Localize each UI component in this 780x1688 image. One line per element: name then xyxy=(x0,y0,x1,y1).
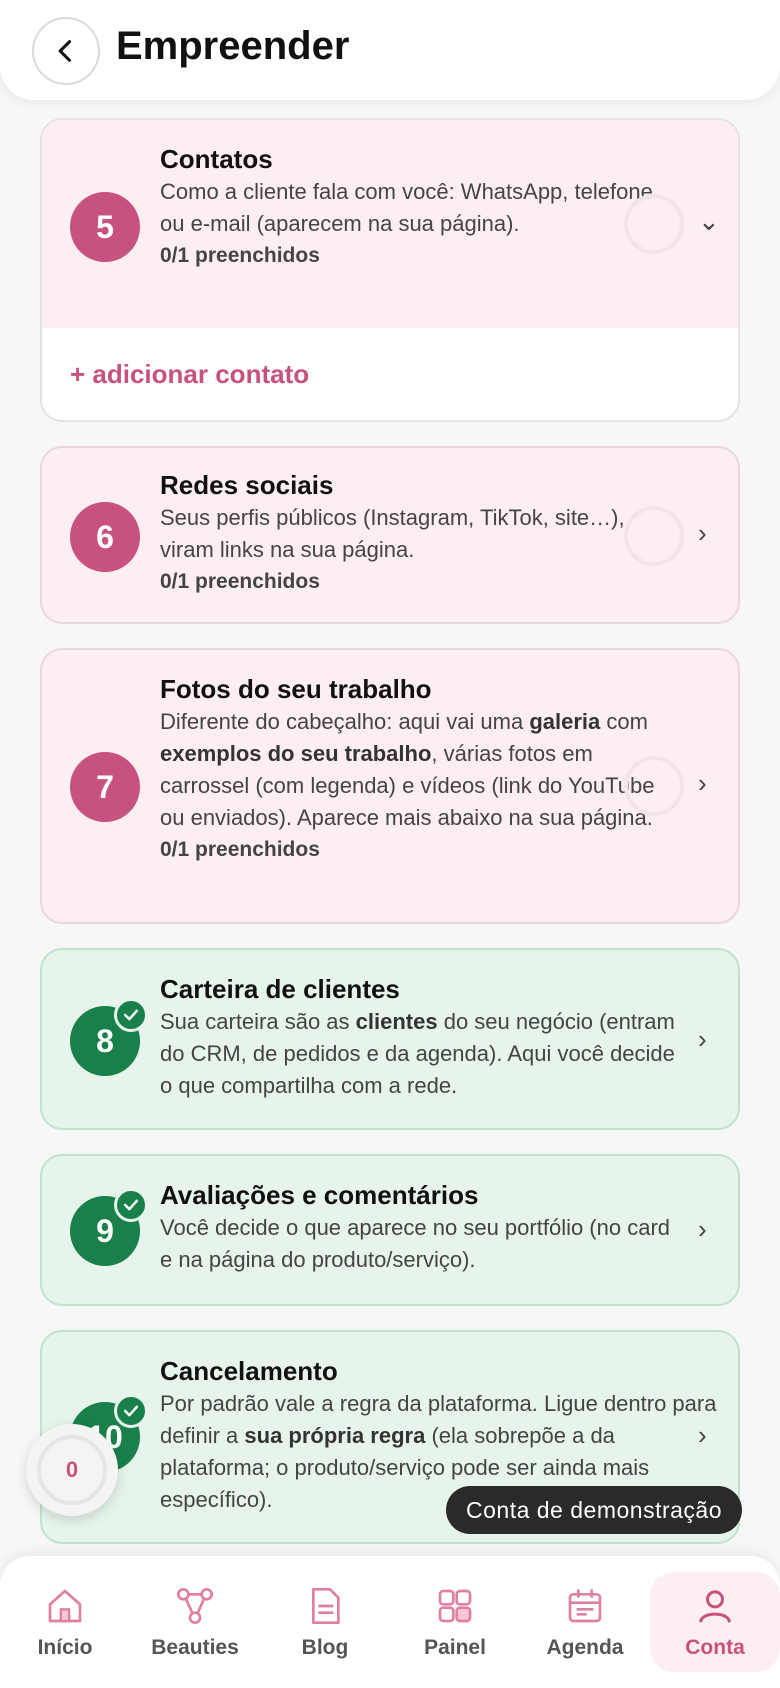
progress-count: 0 xyxy=(65,1457,79,1482)
chevron-right-icon[interactable]: › xyxy=(698,768,707,799)
progress-ring: 0 xyxy=(37,1435,107,1505)
chevron-right-icon[interactable]: › xyxy=(698,1420,707,1451)
chevron-down-icon[interactable]: ⌄ xyxy=(698,206,720,237)
card-title: Contatos xyxy=(160,144,273,174)
home-icon xyxy=(48,1589,82,1623)
progress-ring xyxy=(624,194,684,254)
section-header-contatos[interactable]: 5 Contatos Como a cliente fala com você:… xyxy=(42,120,738,328)
nav-item-inicio[interactable]: Início xyxy=(0,1556,130,1688)
section-card-fotos[interactable]: 7 Fotos do seu trabalho Diferente do cab… xyxy=(40,648,740,924)
step-number-badge: 7 xyxy=(70,752,140,822)
progress-ring xyxy=(624,756,684,816)
card-title: Redes sociais xyxy=(160,470,334,500)
nav-label: Painel xyxy=(424,1636,486,1659)
progress-ring xyxy=(624,506,684,566)
demo-account-badge: Conta de demonstração xyxy=(446,1486,742,1534)
filled-count: 0/1 preenchidos xyxy=(160,570,320,593)
nav-item-painel[interactable]: Painel xyxy=(390,1556,520,1688)
section-card-carteira[interactable]: 8 Carteira de clientes Sua carteira são … xyxy=(40,948,740,1130)
network-icon xyxy=(177,1588,213,1624)
nav-label: Beauties xyxy=(151,1636,239,1659)
nav-item-conta[interactable]: Conta xyxy=(650,1572,780,1672)
section-card-redes-sociais[interactable]: 6 Redes sociais Seus perfis públicos (In… xyxy=(40,446,740,624)
filled-count: 0/1 preenchidos xyxy=(160,838,320,861)
card-description: Como a cliente fala com você: WhatsApp, … xyxy=(160,179,653,236)
user-icon xyxy=(699,1590,731,1623)
bottom-navigation: Início Beauties Blog Painel Agenda Conta xyxy=(0,1556,780,1688)
chevron-right-icon[interactable]: › xyxy=(698,518,707,549)
section-card-contatos: 5 Contatos Como a cliente fala com você:… xyxy=(40,118,740,422)
calendar-icon xyxy=(568,1589,602,1623)
card-title: Avaliações e comentários xyxy=(160,1180,479,1210)
step-number-badge: 6 xyxy=(70,502,140,572)
add-contact-button[interactable]: + adicionar contato xyxy=(70,359,309,390)
card-title: Fotos do seu trabalho xyxy=(160,674,432,704)
nav-label: Conta xyxy=(685,1636,745,1659)
add-contact-section: + adicionar contato xyxy=(42,328,738,420)
card-title: Cancelamento xyxy=(160,1356,338,1386)
nav-item-agenda[interactable]: Agenda xyxy=(520,1556,650,1688)
card-description: Você decide o que aparece no seu portfól… xyxy=(160,1215,671,1272)
card-description: Diferente do cabeçalho: aqui vai uma gal… xyxy=(160,709,655,830)
nav-label: Blog xyxy=(301,1636,349,1659)
check-icon xyxy=(114,1188,148,1222)
check-icon xyxy=(114,1394,148,1428)
nav-label: Início xyxy=(37,1636,93,1659)
nav-item-blog[interactable]: Blog xyxy=(260,1556,390,1688)
step-number-badge: 5 xyxy=(70,192,140,262)
card-description: Sua carteira são as clientes do seu negó… xyxy=(160,1009,675,1098)
filled-count: 0/1 preenchidos xyxy=(160,244,320,267)
floating-progress-button[interactable]: 0 xyxy=(26,1424,118,1516)
grid-icon xyxy=(438,1589,472,1623)
check-icon xyxy=(114,998,148,1032)
nav-label: Agenda xyxy=(546,1636,624,1659)
chevron-left-icon xyxy=(58,40,72,62)
card-title: Carteira de clientes xyxy=(160,974,400,1004)
document-icon xyxy=(312,1588,340,1624)
nav-item-beauties[interactable]: Beauties xyxy=(130,1556,260,1688)
chevron-right-icon[interactable]: › xyxy=(698,1214,707,1245)
top-header: Empreender xyxy=(0,0,780,100)
page-title: Empreender xyxy=(116,24,350,68)
chevron-right-icon[interactable]: › xyxy=(698,1024,707,1055)
back-button[interactable] xyxy=(32,17,100,85)
section-card-avaliacoes[interactable]: 9 Avaliações e comentários Você decide o… xyxy=(40,1154,740,1306)
card-description: Seus perfis públicos (Instagram, TikTok,… xyxy=(160,505,625,562)
